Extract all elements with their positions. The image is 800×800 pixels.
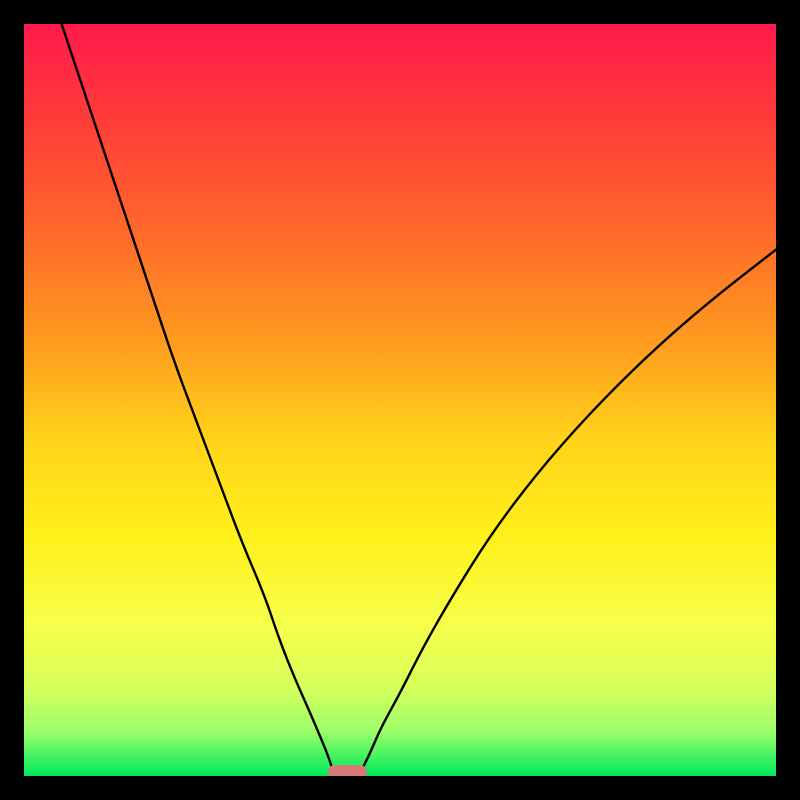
minimum-pill bbox=[328, 765, 367, 776]
chart-canvas bbox=[24, 24, 776, 776]
minimum-marker bbox=[328, 765, 367, 776]
chart-frame: TheBottleneck.com bbox=[24, 24, 776, 776]
chart-background bbox=[24, 24, 776, 776]
